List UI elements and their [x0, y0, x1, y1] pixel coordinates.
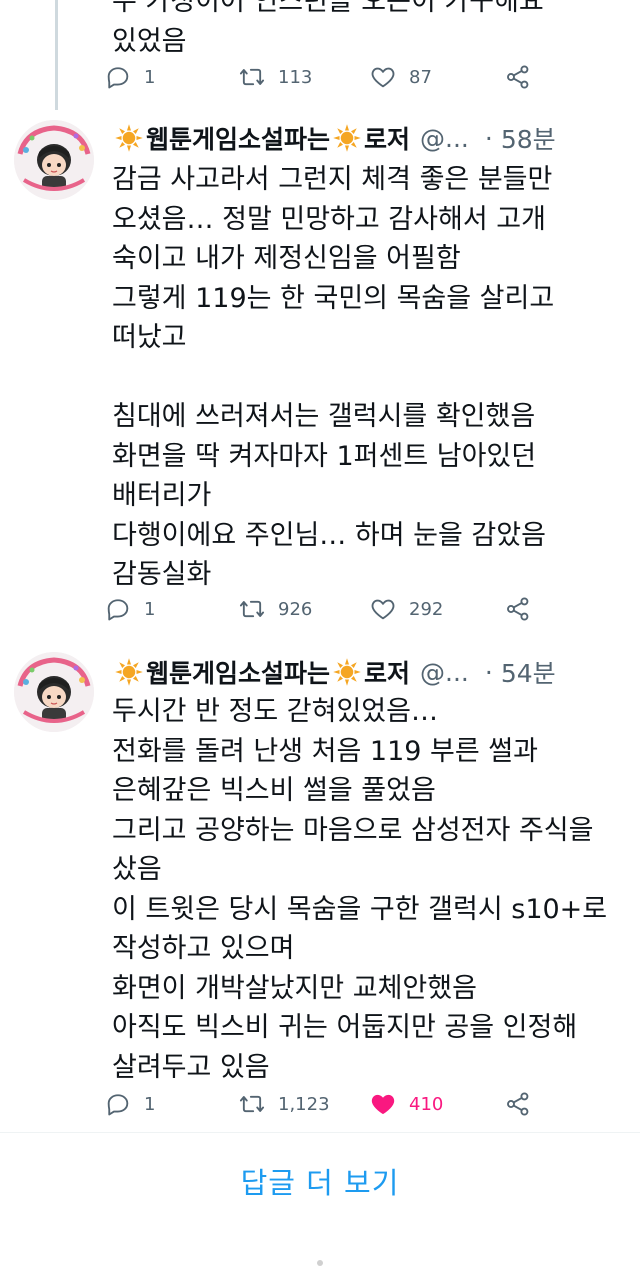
tweet-text-line: 숙이고 내가 제정신임을 어필함	[112, 243, 461, 274]
tweet-text-line: 침대에 쓰러져서는 갤럭시를 확인했음	[112, 401, 536, 432]
tweet-text-line: 아직도 빅스비 귀는 어둡지만 공을 인정해	[112, 1012, 578, 1043]
tweet-text-line: 감금 사고라서 그런지 체격 좋은 분들만	[112, 164, 553, 195]
reply-count: 1	[144, 66, 156, 88]
retweet-icon	[239, 1095, 265, 1113]
retweet-icon	[239, 600, 265, 618]
reply-icon	[107, 1094, 129, 1116]
tweet-text-line: 샀음	[112, 854, 162, 885]
avatar-image	[14, 652, 94, 732]
author-handle[interactable]: @...	[420, 658, 469, 687]
header-separator: ·	[484, 657, 493, 687]
tweet-text: 감금 사고라서 그런지 체격 좋은 분들만 오셨음… 정말 민망하고 감사해서 …	[112, 160, 632, 595]
retweet-count: 1,123	[278, 1093, 330, 1115]
heart-filled-icon	[371, 1094, 395, 1115]
retweet-button[interactable]: 113	[238, 57, 312, 97]
reply-button[interactable]: 1	[104, 589, 155, 629]
page-indicator-dot	[317, 1260, 323, 1266]
like-count: 410	[409, 1093, 444, 1115]
retweet-count: 113	[278, 66, 313, 88]
sun-emoji-icon	[115, 124, 143, 152]
tweet-timestamp[interactable]: 54분	[501, 654, 556, 690]
retweet-count: 926	[278, 598, 313, 620]
show-more-replies-link[interactable]: 답글 더 보기	[0, 1160, 640, 1202]
tweet-actions: 1 926 292	[104, 589, 544, 629]
heart-icon	[371, 67, 395, 88]
tweet-text-line: 누 가정이어 인스턴을 오는이 가구해요	[112, 0, 544, 17]
tweet-text-line: 전화를 돌려 난생 처음 119 부른 썰과	[112, 735, 538, 767]
author-name-suffix: 로저	[364, 659, 411, 688]
avatar[interactable]	[14, 120, 94, 200]
tweet-actions: 1 1,123 410	[104, 1084, 544, 1124]
share-button[interactable]	[504, 1084, 532, 1124]
like-button[interactable]: 87	[369, 57, 432, 97]
tweet-text-line: 다행이에요 주인님… 하며 눈을 감았음	[112, 519, 546, 551]
share-icon	[507, 65, 529, 89]
author-name-text: 웹툰게임소설파는	[146, 125, 331, 154]
reply-button[interactable]: 1	[104, 57, 155, 97]
tweet-text-line: 그렇게 119는 한 국민의 목숨을 살리고	[112, 282, 555, 314]
previous-tweet-actions: 1 113 87	[104, 57, 544, 97]
sun-emoji-icon	[333, 124, 361, 152]
share-button[interactable]	[504, 589, 532, 629]
like-count: 87	[409, 66, 432, 88]
heart-icon	[371, 599, 395, 620]
share-icon	[507, 597, 529, 621]
tweet-timestamp[interactable]: 58분	[501, 120, 556, 156]
tweet-text-line: 두시간 반 정도 갇혀있었음…	[112, 696, 438, 727]
like-count: 292	[409, 598, 444, 620]
tweet-text-line: 이 트윗은 당시 목숨을 구한 갤럭시 s10+로	[112, 893, 608, 925]
tweet-text-line	[112, 358, 632, 398]
tweet-text: 두시간 반 정도 갇혀있었음… 전화를 돌려 난생 처음 119 부른 썰과 은…	[112, 692, 632, 1087]
header-separator: ·	[484, 123, 493, 153]
reply-icon	[107, 599, 129, 621]
tweet-text-line: 그리고 공양하는 마음으로 삼성전자 주식을	[112, 814, 594, 846]
tweet-text-line: 배터리가	[112, 480, 212, 511]
retweet-icon	[239, 68, 265, 86]
reply-count: 1	[144, 598, 156, 620]
author-name-suffix: 로저	[364, 125, 411, 154]
avatar[interactable]	[14, 652, 94, 732]
share-button[interactable]	[504, 57, 532, 97]
tweet-header: 웹툰게임소설파는 로저 @... · 58분	[112, 118, 556, 158]
thread-connector-line	[55, 0, 58, 110]
author-name[interactable]: 웹툰게임소설파는 로저	[112, 654, 410, 690]
tweet-text-line: 화면이 개박살났지만 교체안했음	[112, 972, 477, 1004]
divider	[0, 1132, 640, 1133]
tweet-text-line: 작성하고 있으며	[112, 933, 295, 964]
tweet-text-line: 은혜갚은 빅스비 썰을 풀었음	[112, 775, 436, 806]
reply-icon	[107, 67, 129, 89]
tweet-text-line: 떠났고	[112, 322, 187, 353]
like-button-active[interactable]: 410	[369, 1084, 443, 1124]
sun-emoji-icon	[333, 658, 361, 686]
tweet-text-line: 오셨음… 정말 민망하고 감사해서 고개	[112, 203, 546, 235]
tweet-text-line: 화면을 딱 켜자마자 1퍼센트 남아있던	[112, 440, 537, 472]
retweet-button[interactable]: 926	[238, 589, 312, 629]
share-icon	[507, 1092, 529, 1116]
tweet-text-line: 살려두고 있음	[112, 1051, 270, 1083]
author-handle[interactable]: @...	[420, 124, 469, 153]
sun-emoji-icon	[115, 658, 143, 686]
reply-button[interactable]: 1	[104, 1084, 155, 1124]
author-name[interactable]: 웹툰게임소설파는 로저	[112, 120, 410, 156]
retweet-button[interactable]: 1,123	[238, 1084, 330, 1124]
reply-count: 1	[144, 1093, 156, 1115]
author-name-text: 웹툰게임소설파는	[146, 659, 331, 688]
avatar-image	[14, 120, 94, 200]
tweet-header: 웹툰게임소설파는 로저 @... · 54분	[112, 652, 556, 692]
like-button[interactable]: 292	[369, 589, 443, 629]
previous-tweet-text: 누 가정이어 인스턴을 오는이 가구해요 있었음	[112, 0, 544, 61]
tweet-text-line: 있었음	[112, 25, 187, 57]
